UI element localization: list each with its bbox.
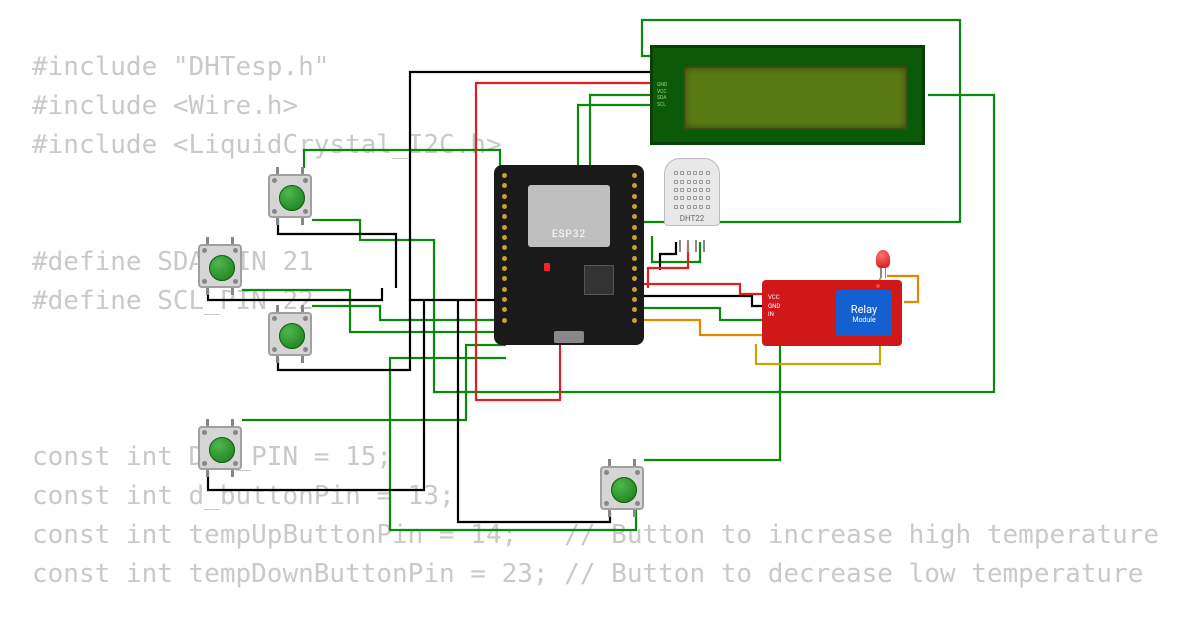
dht22-grille	[673, 169, 711, 211]
esp32-shield: ESP32	[528, 185, 610, 247]
led-bulb	[876, 250, 890, 268]
esp32-chip	[584, 265, 614, 295]
lcd-pin-labels: GND VCC SDA SCL	[657, 82, 667, 108]
relay-power-led	[876, 284, 880, 288]
esp32-status-led	[544, 263, 550, 271]
lcd-module: GND VCC SDA SCL	[650, 45, 925, 145]
push-button-4[interactable]	[198, 426, 242, 470]
esp32-usb-port	[554, 331, 584, 343]
relay-module: VCC GND IN Relay Module	[762, 280, 902, 346]
push-button-1[interactable]	[268, 174, 312, 218]
dht22-legs	[676, 240, 708, 252]
push-button-2[interactable]	[198, 244, 242, 288]
lcd-screen	[683, 66, 908, 130]
led-red	[876, 250, 890, 278]
esp32-label: ESP32	[528, 229, 610, 240]
led-legs	[876, 268, 890, 278]
dht22-sensor: DHT22	[664, 158, 720, 240]
esp32-pins-right	[628, 173, 640, 323]
esp32-board: ESP32	[494, 165, 644, 345]
relay-pin-labels: VCC GND IN	[768, 294, 780, 320]
relay-block: Relay Module	[836, 290, 892, 336]
push-button-3[interactable]	[268, 312, 312, 356]
push-button-5[interactable]	[600, 466, 644, 510]
esp32-pins-left	[498, 173, 510, 323]
dht22-label: DHT22	[665, 214, 719, 223]
